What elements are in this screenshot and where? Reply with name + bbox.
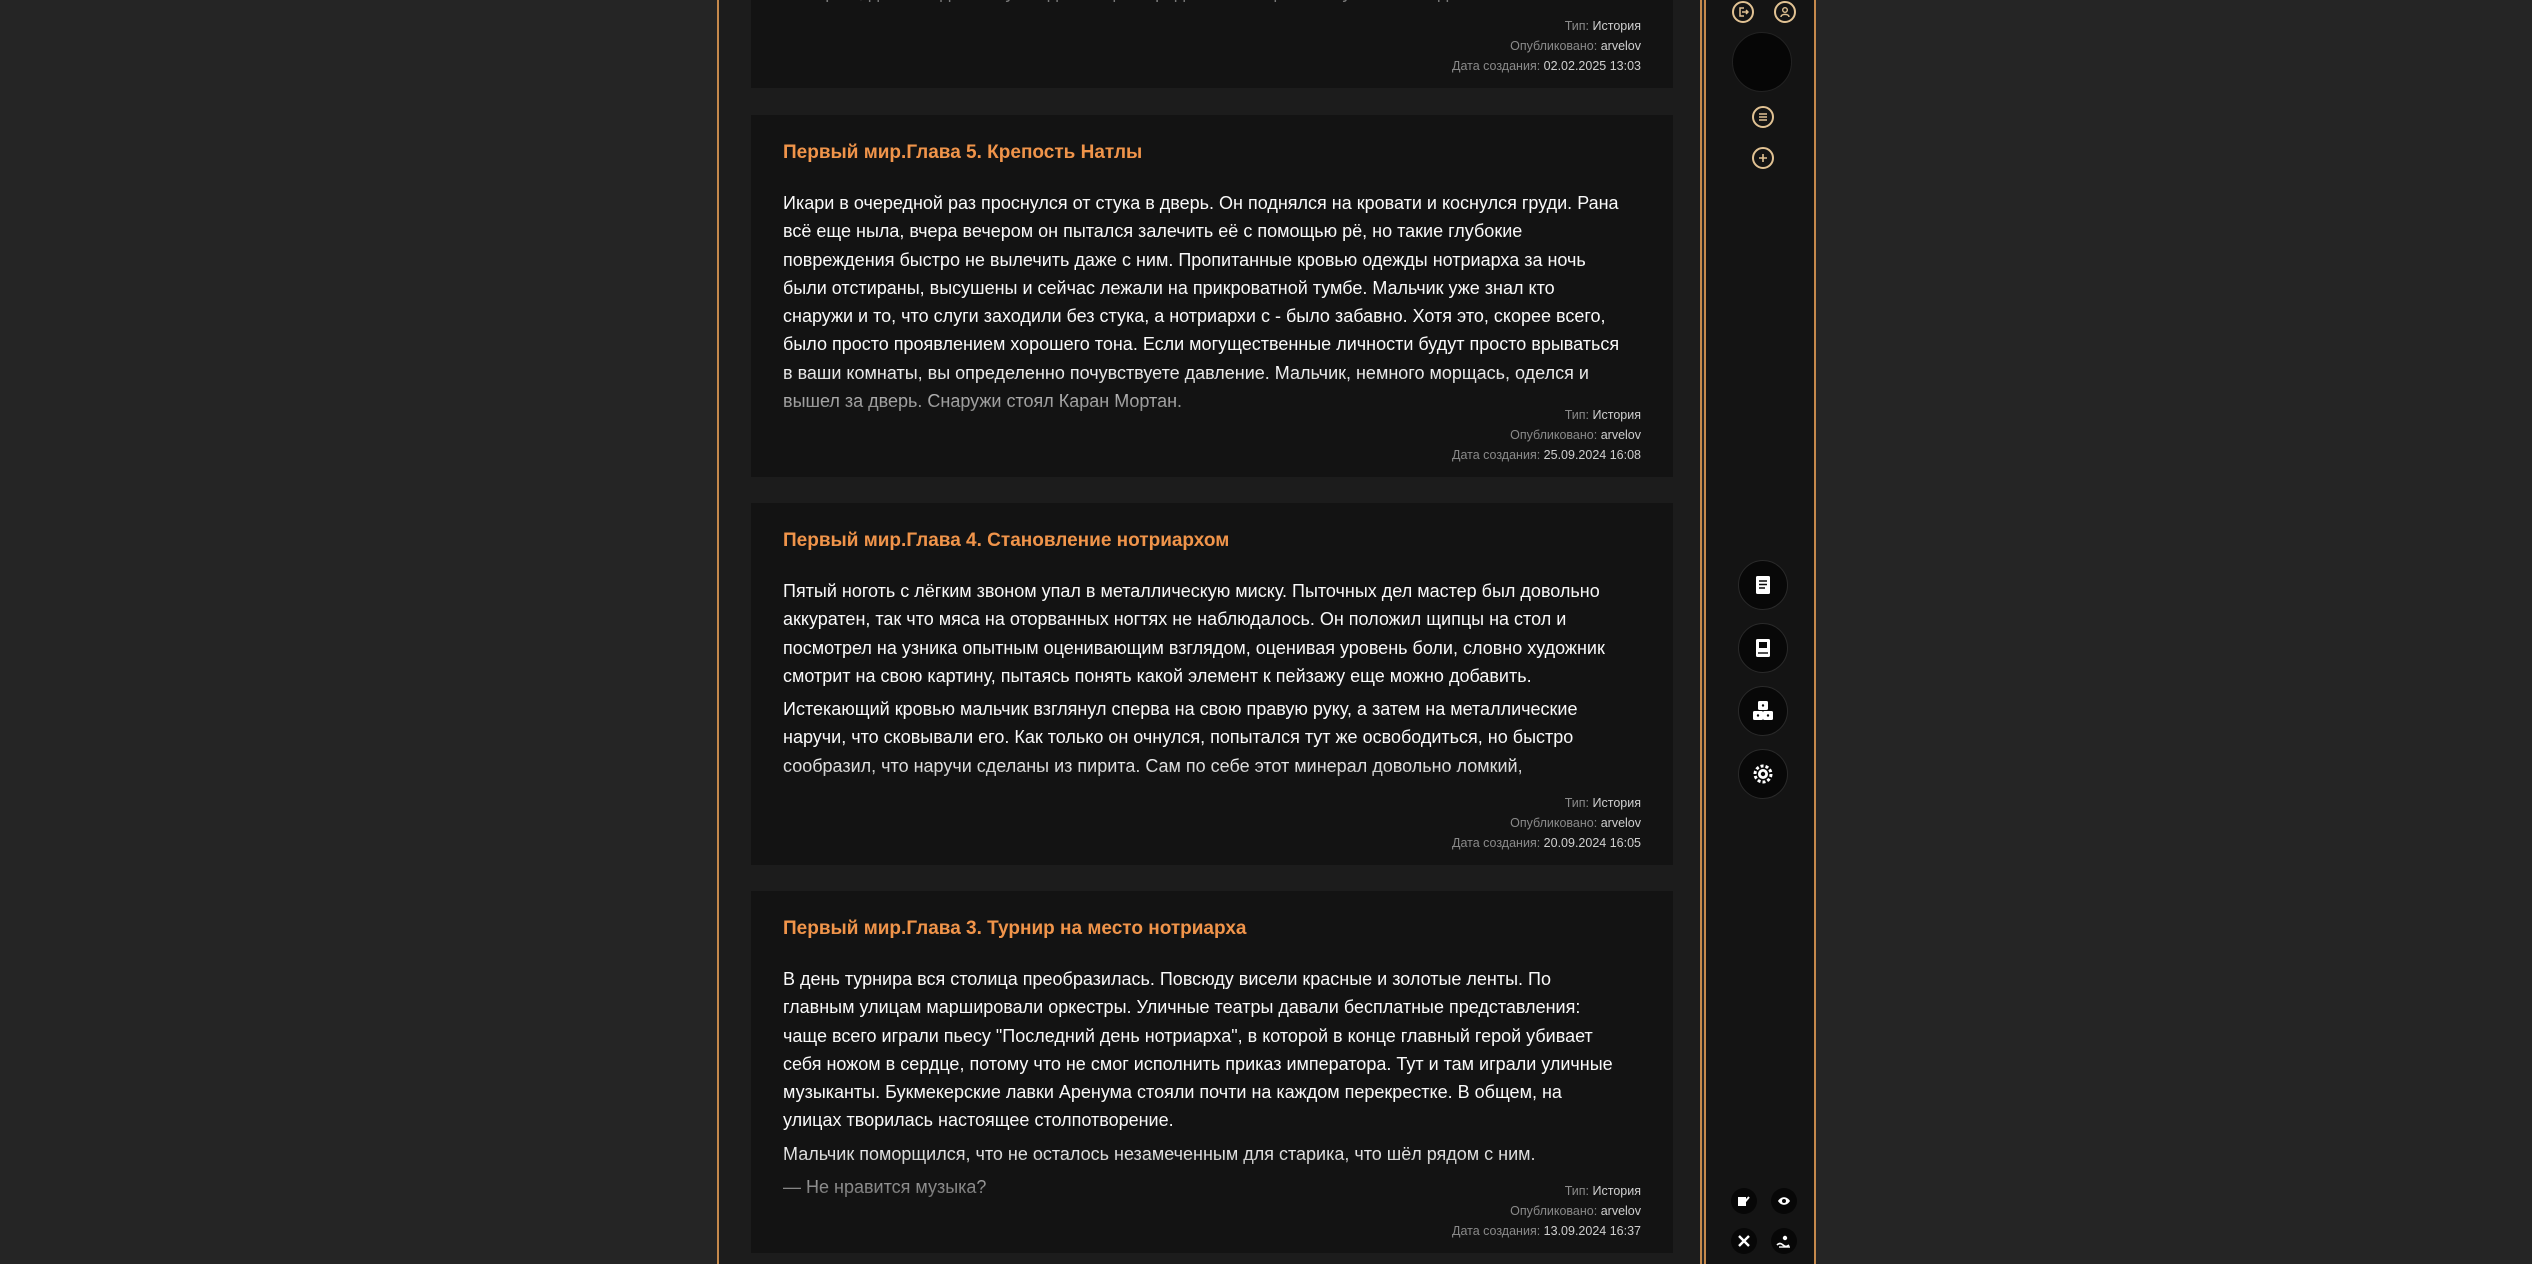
post-feed[interactable]: усердно стараемся ради черного престола …	[717, 0, 1702, 1264]
profile-button[interactable]	[1774, 1, 1796, 23]
post-author[interactable]: arvelov	[1601, 428, 1641, 442]
post-author[interactable]: arvelov	[1601, 39, 1641, 53]
post-paragraph: Икари в очередной раз проснулся от стука…	[783, 193, 1620, 412]
meta-type-label: Тип:	[1564, 19, 1590, 33]
post-paragraph: Пятый ноготь с лёгким звоном упал в мета…	[783, 581, 1605, 686]
menu-button[interactable]	[1752, 106, 1774, 128]
meta-published-label: Опубликовано:	[1510, 428, 1598, 442]
theme-icon	[1776, 1235, 1790, 1248]
meta-created-label: Дата создания:	[1452, 59, 1541, 73]
gear-icon	[1753, 764, 1773, 784]
post-paragraph: В день турнира вся столица преобразилась…	[783, 969, 1613, 1131]
post-author[interactable]: arvelov	[1601, 1204, 1641, 1218]
post-paragraph: усердно стараемся ради черного престола …	[783, 0, 1623, 7]
menu-icon	[1759, 113, 1767, 121]
post-date: 25.09.2024 16:08	[1543, 448, 1641, 462]
books-button[interactable]	[1738, 623, 1788, 673]
settings-button[interactable]	[1738, 749, 1788, 799]
documents-button[interactable]	[1738, 560, 1788, 610]
post-title[interactable]: Первый мир.Глава 5. Крепость Натлы	[783, 142, 1142, 164]
post-type: История	[1592, 408, 1641, 422]
logout-icon	[1739, 7, 1749, 17]
theme-button[interactable]	[1771, 1228, 1797, 1254]
profile-icon	[1780, 7, 1790, 18]
post-type: История	[1592, 19, 1641, 33]
meta-published-label: Опубликовано:	[1510, 816, 1598, 830]
post-meta: Тип: История Опубликовано: arvelov Дата со…	[1452, 16, 1641, 76]
book-icon	[1756, 639, 1770, 657]
document-icon	[1756, 576, 1770, 594]
tools-icon	[1738, 1235, 1750, 1247]
post-author[interactable]: arvelov	[1601, 816, 1641, 830]
post-date: 02.02.2025 13:03	[1543, 59, 1641, 73]
meta-published-label: Опубликовано:	[1510, 1204, 1598, 1218]
post-meta: Тип: История Опубликовано: arvelov Дата со…	[1452, 793, 1641, 853]
post-meta: Тип: История Опубликовано: arvelov Дата со…	[1452, 1181, 1641, 1241]
post-date: 13.09.2024 16:37	[1543, 1224, 1641, 1238]
post-type: История	[1592, 1184, 1641, 1198]
post-title[interactable]: Первый мир.Глава 3. Турнир на место нотр…	[783, 918, 1246, 940]
meta-created-label: Дата создания:	[1452, 836, 1541, 850]
right-sidebar	[1704, 0, 1816, 1264]
post-card[interactable]: Первый мир.Глава 3. Турнир на место нотр…	[751, 891, 1673, 1253]
avatar[interactable]	[1732, 32, 1792, 92]
post-card[interactable]: Первый мир.Глава 5. Крепость Натлы Икари …	[751, 115, 1673, 477]
meta-type-label: Тип:	[1564, 1184, 1590, 1198]
post-meta: Тип: История Опубликовано: arvelov Дата со…	[1452, 405, 1641, 465]
post-paragraph: Мальчик поморщился, что не осталось неза…	[783, 1143, 1536, 1164]
tools-button[interactable]	[1731, 1228, 1757, 1254]
post-card[interactable]: Первый мир.Глава 4. Становление нотриарх…	[751, 503, 1673, 865]
meta-published-label: Опубликовано:	[1510, 39, 1598, 53]
post-title[interactable]: Первый мир.Глава 4. Становление нотриарх…	[783, 530, 1229, 552]
post-paragraph: Истекающий кровью мальчик взглянул сперв…	[783, 699, 1578, 776]
meta-created-label: Дата создания:	[1452, 1224, 1541, 1238]
plus-icon	[1759, 154, 1767, 162]
logout-button[interactable]	[1732, 1, 1754, 23]
post-card[interactable]: усердно стараемся ради черного престола …	[751, 0, 1673, 88]
add-button[interactable]	[1752, 147, 1774, 169]
post-date: 20.09.2024 16:05	[1543, 836, 1641, 850]
edit-icon	[1738, 1196, 1750, 1206]
meta-created-label: Дата создания:	[1452, 448, 1541, 462]
post-type: История	[1592, 796, 1641, 810]
meta-type-label: Тип:	[1564, 796, 1590, 810]
dice-icon	[1753, 701, 1773, 720]
meta-type-label: Тип:	[1564, 408, 1590, 422]
view-button[interactable]	[1771, 1188, 1797, 1214]
edit-button[interactable]	[1731, 1188, 1757, 1214]
dice-button[interactable]	[1738, 686, 1788, 736]
eye-icon	[1778, 1197, 1790, 1205]
